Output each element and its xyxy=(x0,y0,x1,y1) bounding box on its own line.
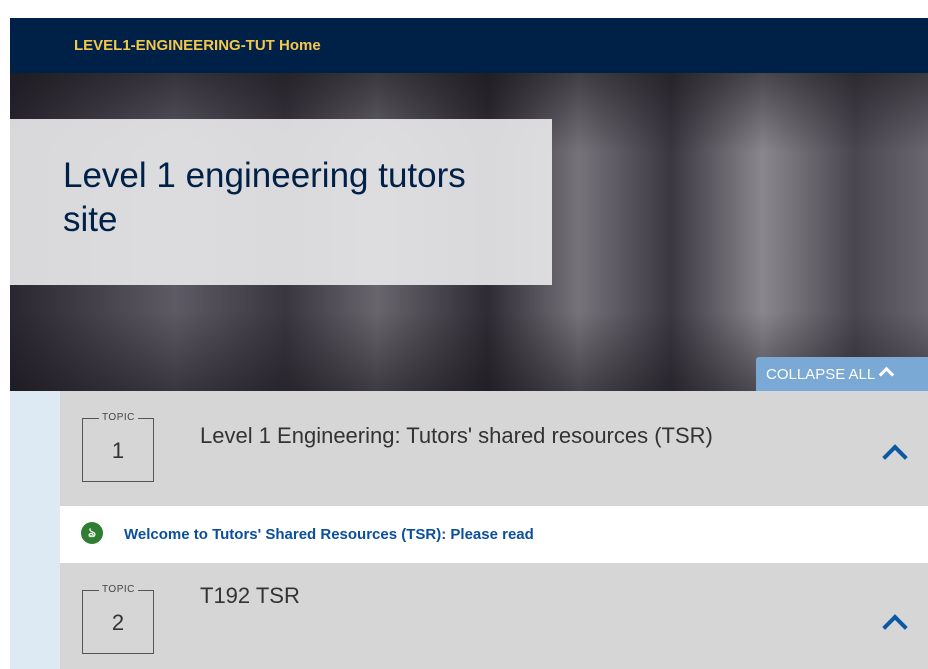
home-link[interactable]: LEVEL1-ENGINEERING-TUT Home xyxy=(74,18,321,73)
collapse-all-button[interactable]: COLLAPSE ALL xyxy=(756,357,928,391)
collapse-topic-chevron-up-icon[interactable] xyxy=(882,614,908,640)
topic-number: 1 xyxy=(111,438,125,463)
left-strip xyxy=(10,391,60,669)
topic-title: Level 1 Engineering: Tutors' shared reso… xyxy=(200,423,713,448)
award-icon: ঌ xyxy=(81,522,103,544)
topic-number-box: TOPIC 2 xyxy=(82,582,154,654)
top-navbar: LEVEL1-ENGINEERING-TUT Home xyxy=(10,18,928,73)
chevron-up-icon xyxy=(878,366,895,383)
topic-section-2: TOPIC 2 T192 TSR xyxy=(60,563,928,669)
topic-tag: TOPIC xyxy=(99,410,138,426)
title-box: Level 1 engineering tutors site xyxy=(10,119,552,285)
topic-number-box: TOPIC 1 xyxy=(82,410,154,482)
topic-section-1: TOPIC 1 Level 1 Engineering: Tutors' sha… xyxy=(60,391,928,506)
page-title: Level 1 engineering tutors site xyxy=(63,156,466,239)
topic-number: 2 xyxy=(111,610,125,635)
collapse-topic-chevron-up-icon[interactable] xyxy=(882,444,908,470)
course-banner: Level 1 engineering tutors site xyxy=(10,73,928,391)
topic-tag: TOPIC xyxy=(99,582,138,598)
activity-link[interactable]: Welcome to Tutors' Shared Resources (TSR… xyxy=(124,526,534,543)
topic-title: T192 TSR xyxy=(200,583,300,608)
collapse-all-label: COLLAPSE ALL xyxy=(766,366,876,383)
activity-item: ঌ Welcome to Tutors' Shared Resources (T… xyxy=(60,506,928,563)
